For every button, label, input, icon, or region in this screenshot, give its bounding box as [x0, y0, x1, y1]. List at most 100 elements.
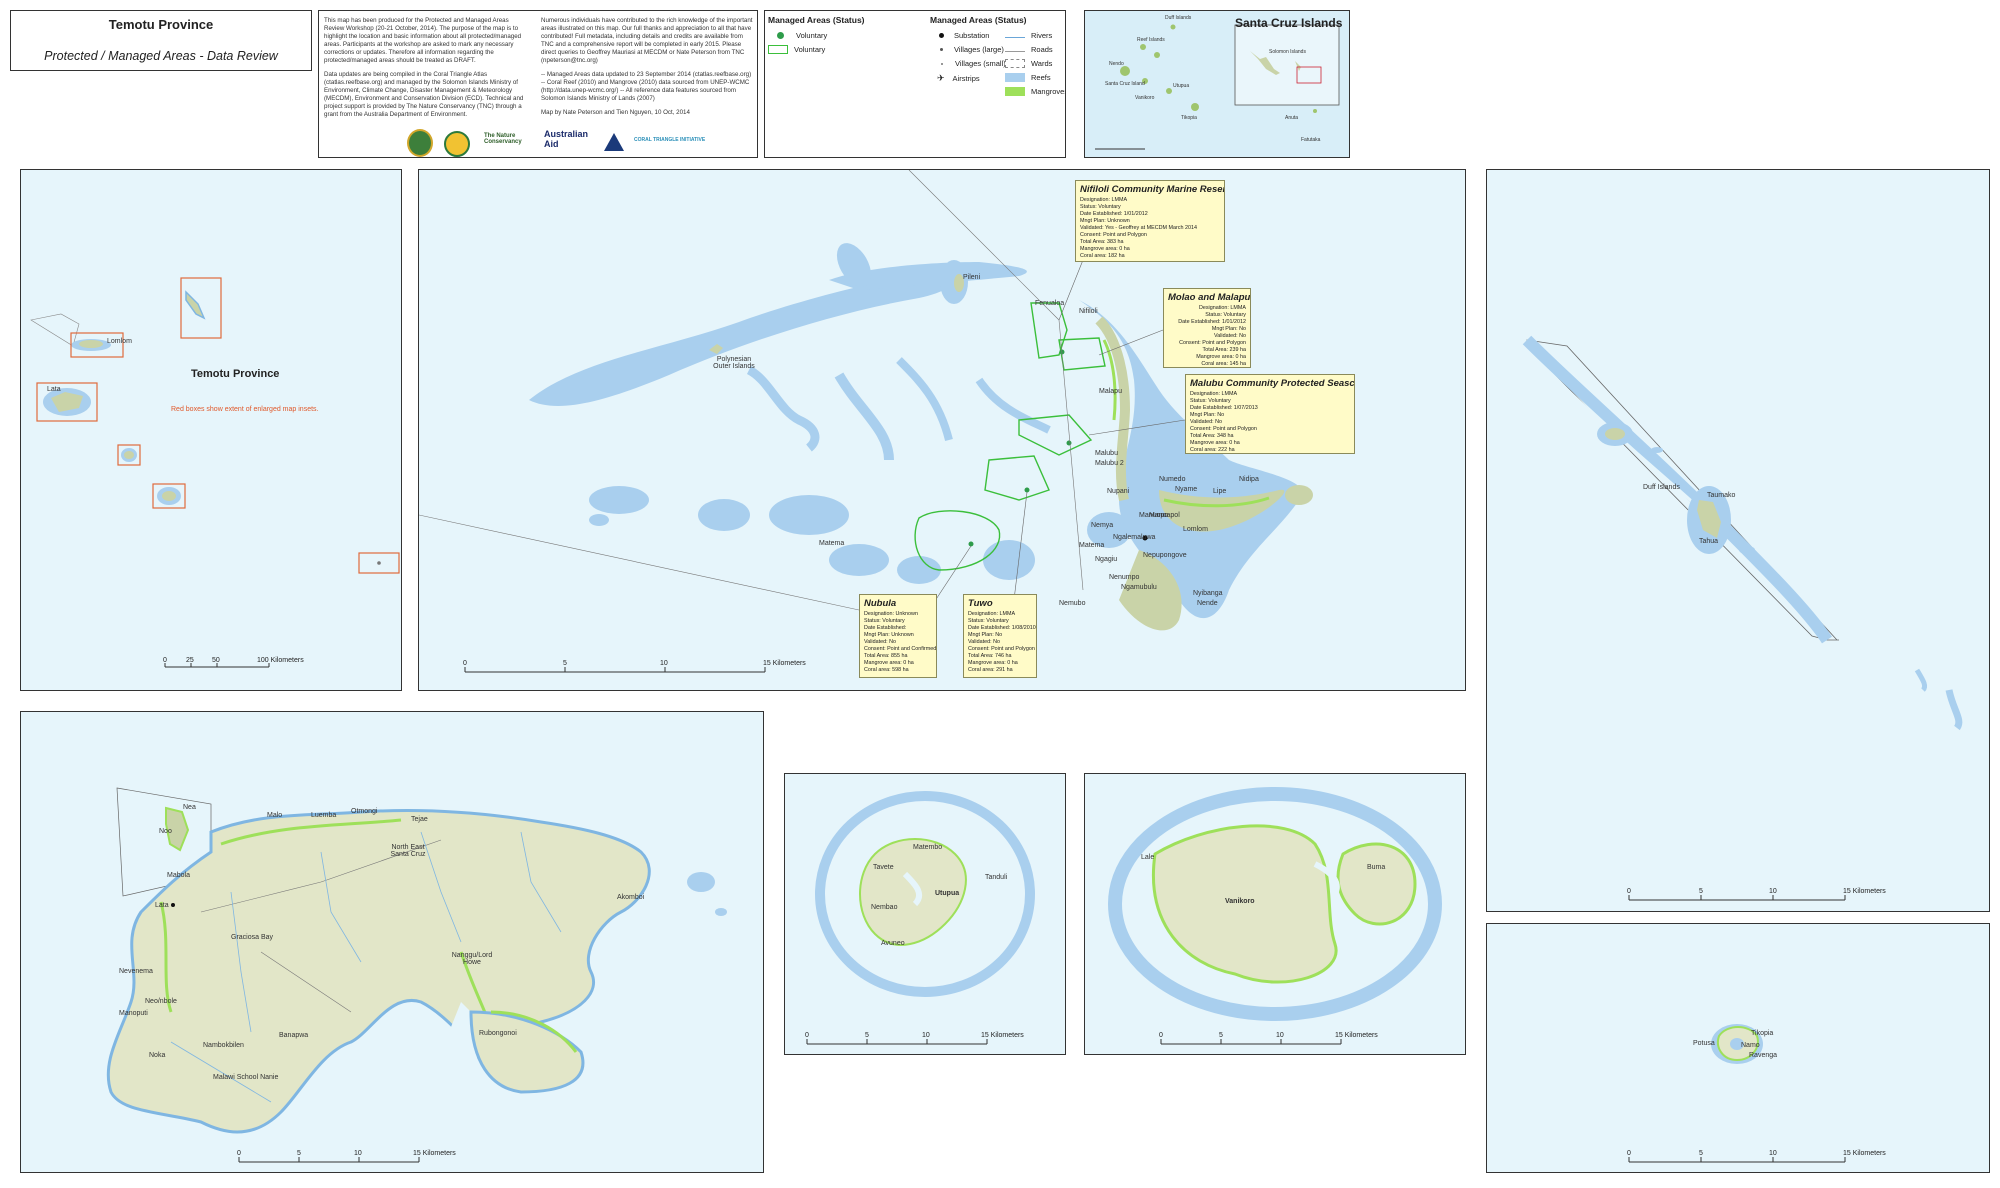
scale-tick: 10: [1276, 1032, 1284, 1039]
legend-label: Roads: [1031, 45, 1053, 54]
scale-tick: 15 Kilometers: [763, 660, 806, 667]
place-label: Lomlom: [1183, 526, 1208, 533]
info-box-title: Nubula: [864, 598, 897, 609]
place-label: Nemubo: [1059, 600, 1086, 607]
scale-tick: 15 Kilometers: [981, 1032, 1024, 1039]
info-row: Consent: Point and Confirmed: [864, 646, 937, 652]
info-box-title: Malubu Community Protected Seascape: [1190, 378, 1355, 389]
info-row: Mangrove area: 0 ha: [1196, 354, 1246, 360]
place-label: Ngamubulu: [1121, 584, 1157, 591]
legend-title-left: Managed Areas (Status): [768, 15, 865, 25]
info-row: Validated: No: [1214, 333, 1246, 339]
scale-tick: 0: [1627, 888, 1631, 895]
info-box-molao-malapu: Molao and Malapu Designation: LMMA Statu…: [1163, 288, 1251, 368]
scale-tick: 5: [1219, 1032, 1223, 1039]
place-label: Nende: [1197, 600, 1218, 607]
info-row: Total Area: 348 ha: [1190, 433, 1234, 439]
legend-item: Voluntary: [771, 31, 827, 40]
info-row: Consent: Point and Polygon: [1190, 426, 1257, 432]
info-row: Coral area: 291 ha: [968, 667, 1013, 673]
legend-label: Rivers: [1031, 31, 1053, 40]
place-label: Noka: [149, 1052, 166, 1059]
title-box: Temotu Province Protected / Managed Area…: [10, 10, 312, 71]
place-label: Nifiloli: [1079, 308, 1098, 315]
info-box-malubu: Malubu Community Protected Seascape Desi…: [1185, 374, 1355, 454]
tikopia-map: Tikopia Ravenga Potusa Namo 0 5 10 15 Ki…: [1486, 923, 1990, 1173]
notes-box: This map has been produced for the Prote…: [318, 10, 758, 158]
cti-logo: CORAL TRIANGLE INITIATIVE: [634, 137, 706, 143]
scale-tick: 100 Kilometers: [257, 657, 304, 664]
inset-title: Santa Cruz Islands: [1235, 16, 1343, 30]
inset-map: Santa Cruz Islands Solomon Islands Duff …: [1084, 10, 1350, 158]
scale-tick: 0: [1627, 1150, 1631, 1157]
place-label: Matembo: [913, 844, 943, 851]
legend-item: Voluntary: [768, 45, 825, 54]
info-row: Coral area: 598 ha: [864, 667, 909, 673]
scale-tick: 0: [237, 1150, 241, 1157]
map-subtitle: Protected / Managed Areas - Data Review: [44, 49, 278, 63]
info-box-nifiloli: Nifiloli Community Marine Reserve Design…: [1075, 180, 1225, 262]
info-row: Coral area: 222 ha: [1190, 447, 1235, 453]
info-box-title: Tuwo: [968, 598, 993, 609]
place-label: Matema: [1079, 542, 1105, 549]
inset-label: Tikopia: [1181, 115, 1197, 121]
place-label: North East Santa Cruz: [390, 844, 426, 858]
overview-title: Temotu Province: [191, 368, 280, 380]
place-label: Mabola: [167, 872, 190, 879]
legend-item: Substation: [935, 31, 989, 40]
info-row: Consent: Point and Polygon: [1179, 340, 1246, 346]
map-title: Temotu Province: [108, 17, 214, 32]
info-row: Designation: LMMA: [968, 611, 1016, 617]
info-row: Status: Voluntary: [864, 618, 905, 624]
legend-label: Villages (small): [955, 59, 1006, 68]
legend-label: Voluntary: [796, 31, 828, 40]
scale-tick: 15 Kilometers: [1843, 1150, 1886, 1157]
place-label: Manoapol: [1149, 512, 1180, 519]
place-label: Nepupongove: [1143, 552, 1187, 559]
notes-col2: Numerous individuals have contributed to…: [541, 17, 753, 123]
scale-tick: 5: [563, 660, 567, 667]
place-label: Numedo: [1159, 476, 1186, 483]
inset-label: Vanikoro: [1135, 95, 1155, 101]
info-row: Coral area: 182 ha: [1080, 253, 1125, 259]
info-row: Status: Voluntary: [1205, 312, 1246, 318]
overview-label: Lomlom: [107, 338, 132, 345]
info-row: Validated: No: [968, 639, 1000, 645]
place-label: Tejae: [411, 816, 428, 823]
inset-label: Nendo: [1109, 61, 1124, 67]
place-label: Avuneo: [881, 940, 905, 947]
place-label: Utupua: [935, 890, 960, 897]
place-label: Lale: [1141, 854, 1155, 861]
place-label: Nevenema: [119, 968, 153, 975]
inset-label: Duff Islands: [1165, 15, 1192, 21]
place-label: Rubongonoi: [479, 1030, 517, 1037]
scale-tick: 0: [805, 1032, 809, 1039]
place-label: Namo: [1741, 1042, 1760, 1049]
legend-item: Wards: [1005, 59, 1052, 68]
tikopia-svg: [1628, 1024, 1846, 1163]
scale-tick: 5: [865, 1032, 869, 1039]
info-row: Validated: Yes - Geoffrey at MECDM March…: [1080, 225, 1197, 231]
place-label: Otmongi: [351, 808, 378, 815]
info-row: Designation: LMMA: [1190, 391, 1238, 397]
overview-label: Lata: [47, 386, 61, 393]
crest-logo: [407, 129, 433, 157]
scale-tick: 15 Kilometers: [1843, 888, 1886, 895]
santa-cruz-svg: [106, 787, 727, 1163]
place-label: Luemba: [311, 812, 337, 819]
info-row: Mangrove area: 0 ha: [1080, 246, 1130, 252]
place-label: Tanduli: [985, 874, 1008, 881]
utupua-svg: [806, 791, 1035, 1045]
place-label: Potusa: [1693, 1040, 1715, 1047]
scale-tick: 0: [163, 657, 167, 664]
place-label: Banapwa: [279, 1032, 309, 1039]
scale-tick: 10: [922, 1032, 930, 1039]
info-row: Designation: LMMA: [1080, 197, 1128, 203]
scale-tick: 0: [463, 660, 467, 667]
note-text: -- Managed Areas data updated to 23 Sept…: [541, 71, 752, 102]
info-row: Date Established:: [864, 625, 907, 631]
info-row: Mngt Plan: No: [1211, 326, 1246, 332]
place-label: Nupani: [1107, 488, 1130, 495]
legend-item: Reefs: [1005, 73, 1051, 82]
note-text: Data updates are being compiled in the C…: [324, 71, 524, 118]
